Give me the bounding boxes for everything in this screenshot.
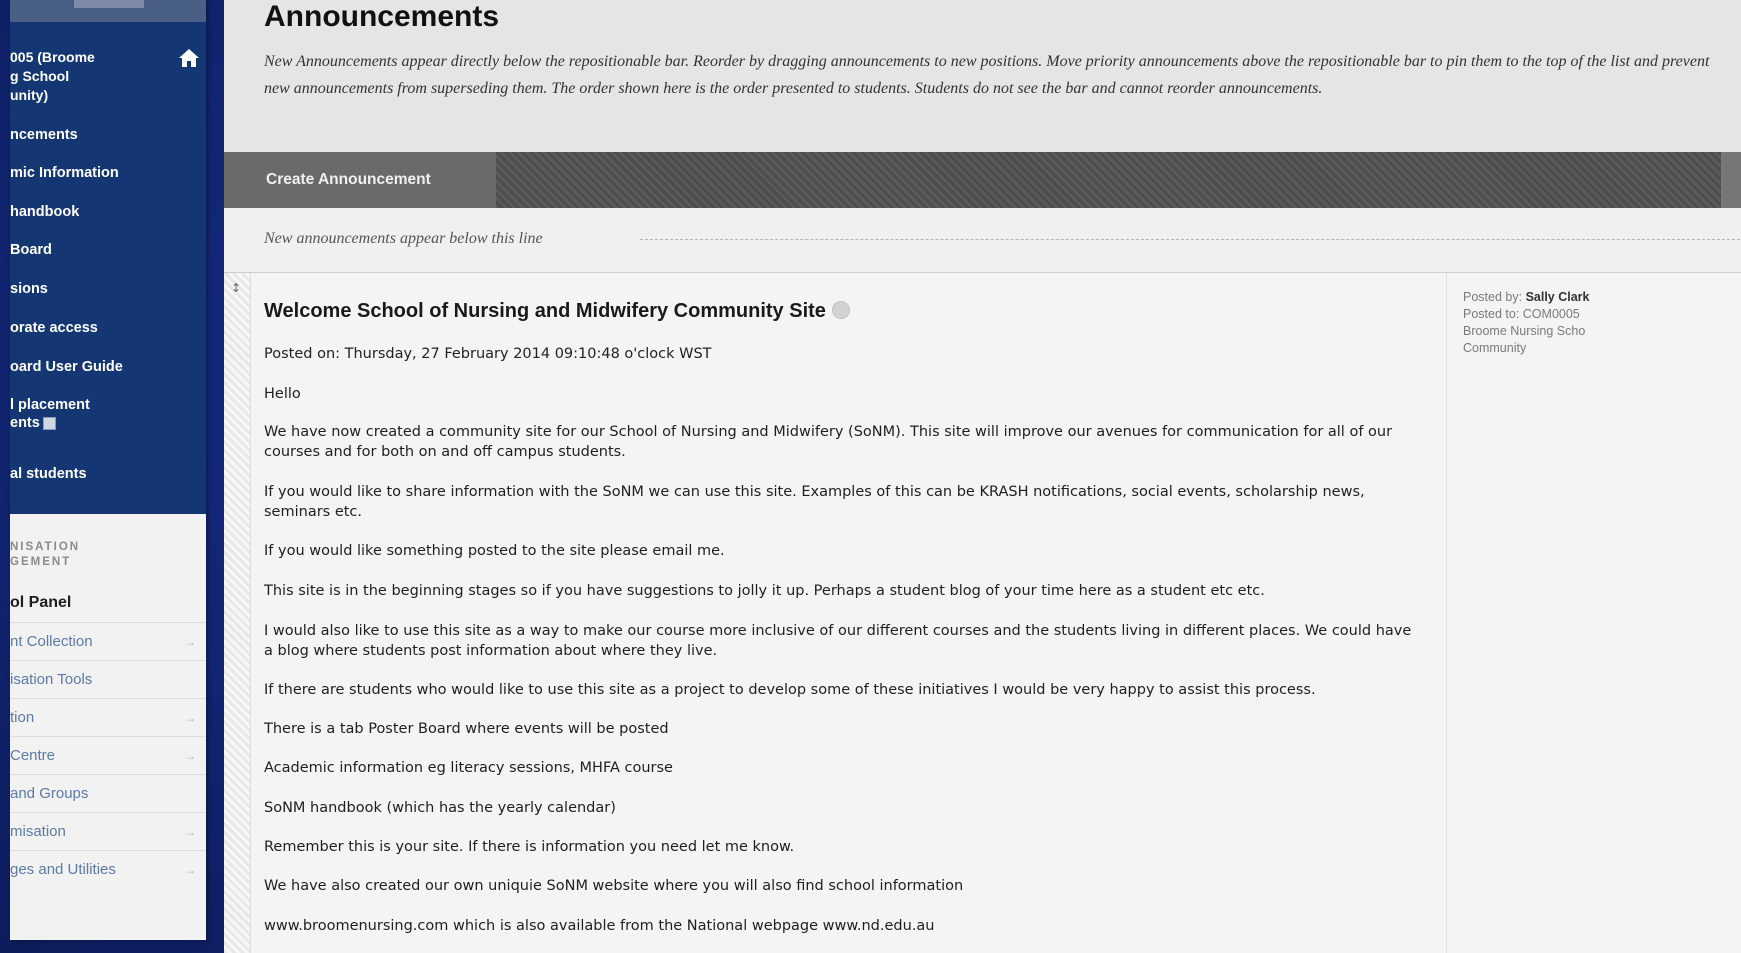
posted-by-name: Sally Clark <box>1525 290 1590 304</box>
cp-item-packages-and-utilities[interactable]: ges and Utilities → <box>10 850 206 889</box>
page-header: Announcements New Announcements appear d… <box>224 0 1741 152</box>
options-menu-icon[interactable] <box>831 301 850 319</box>
nav-item-user-guide[interactable]: oard User Guide <box>10 358 123 376</box>
nav-item-academic-information[interactable]: mic Information <box>10 164 119 182</box>
nav-item-sessions[interactable]: sions <box>10 280 48 298</box>
action-bar: Create Announcement <box>224 152 1741 208</box>
announcement-title: Welcome School of Nursing and Midwifery … <box>264 300 850 323</box>
sidebar-top-bar <box>10 0 206 22</box>
nav-item-board[interactable]: Board <box>10 241 52 259</box>
cp-item-label: nt Collection <box>10 633 93 650</box>
control-panel-heading: ol Panel <box>10 594 72 611</box>
arrow-right-icon: → <box>184 749 196 763</box>
announcement-paragraph: I would also like to use this site as a … <box>264 623 1412 659</box>
arrow-right-icon: → <box>184 635 196 649</box>
cp-item-label: isation Tools <box>10 671 93 688</box>
announcement-paragraph: SoNM handbook (which has the yearly cale… <box>264 800 616 816</box>
announcement-paragraph: There is a tab Poster Board where events… <box>264 721 669 737</box>
announcement-paragraph: We have also created our own uniquie SoN… <box>264 878 964 894</box>
nav-item-corporate-access[interactable]: orate access <box>10 319 98 337</box>
sidebar-top-tab[interactable] <box>74 0 144 8</box>
drag-handle-icon[interactable]: ↕ <box>231 281 241 295</box>
announcement-paragraph: If there are students who would like to … <box>264 682 1316 698</box>
cp-item-customisation[interactable]: misation → <box>10 812 206 851</box>
cp-item-label: and Groups <box>10 785 89 802</box>
posted-by-label: Posted by: <box>1463 290 1523 304</box>
cp-item-label: ges and Utilities <box>10 861 116 878</box>
course-menu-sidebar: 005 (Broome g School unity) ncements mic… <box>10 0 206 940</box>
nav-item-announcements[interactable]: ncements <box>10 126 78 144</box>
nav-item-placement[interactable]: l placement ents <box>10 396 90 432</box>
posted-to-line-3: Community <box>1463 341 1527 355</box>
arrow-right-icon: → <box>184 863 196 877</box>
cp-item-organisation-tools[interactable]: isation Tools <box>10 660 206 699</box>
course-menu-panel: 005 (Broome g School unity) ncements mic… <box>10 0 206 514</box>
announcement-paragraph: If you would like to share information w… <box>264 484 1365 520</box>
drag-strip[interactable]: ↕ <box>224 273 251 953</box>
announcement-meta: Posted by: Sally Clark Posted to: COM000… <box>1446 273 1741 953</box>
nav-item-students[interactable]: al students <box>10 465 87 483</box>
posted-to-value: COM0005 <box>1522 307 1580 321</box>
arrow-right-icon: → <box>184 711 196 725</box>
main-content: Announcements New Announcements appear d… <box>224 0 1741 953</box>
page-description: New Announcements appear directly below … <box>264 53 1710 97</box>
course-title[interactable]: 005 (Broome g School unity) <box>10 48 170 105</box>
announcement-paragraph: Remember this is your site. If there is … <box>264 839 795 855</box>
announcement-paragraph: www.broomenursing.com which is also avai… <box>264 918 935 934</box>
create-announcement-button[interactable]: Create Announcement <box>224 152 496 208</box>
posted-by: Posted by: Sally Clark <box>1463 290 1590 304</box>
posted-to-label: Posted to: <box>1463 307 1520 321</box>
arrow-right-icon: → <box>184 825 196 839</box>
announcement-paragraph: If you would like something posted to th… <box>264 543 725 559</box>
announcement-paragraph: We have now created a community site for… <box>264 424 1393 460</box>
page-title: Announcements <box>264 0 500 33</box>
announcement-paragraph: Academic information eg literacy session… <box>264 760 673 776</box>
action-bar-end <box>1721 152 1741 208</box>
announcement-title-text: Welcome School of Nursing and Midwifery … <box>264 300 826 322</box>
cp-item-content-collection[interactable]: nt Collection → <box>10 622 206 661</box>
file-icon <box>42 416 56 430</box>
repositionable-bar-label: New announcements appear below this line <box>264 230 543 247</box>
cp-item-label: tion <box>10 709 35 726</box>
repositionable-bar[interactable]: New announcements appear below this line <box>224 208 1741 273</box>
cp-item-label: misation <box>10 823 66 840</box>
home-icon[interactable] <box>178 48 200 68</box>
dashed-divider <box>640 239 1740 240</box>
announcement-paragraph: Hello <box>264 386 301 402</box>
announcement-date: Posted on: Thursday, 27 February 2014 09… <box>264 346 712 362</box>
posted-to: Posted to: COM0005 <box>1463 307 1580 321</box>
cp-item-evaluation[interactable]: tion → <box>10 698 206 737</box>
nav-item-handbook[interactable]: handbook <box>10 203 79 221</box>
announcement-item: ↕ Welcome School of Nursing and Midwifer… <box>224 273 1741 953</box>
cp-item-label: Centre <box>10 747 56 764</box>
announcement-paragraph: This site is in the beginning stages so … <box>264 583 1265 599</box>
management-heading: NISATION GEMENT <box>10 541 81 568</box>
posted-to-line-2: Broome Nursing Scho <box>1463 324 1586 338</box>
cp-item-users-and-groups[interactable]: and Groups <box>10 774 206 813</box>
cp-item-grade-centre[interactable]: Centre → <box>10 736 206 775</box>
